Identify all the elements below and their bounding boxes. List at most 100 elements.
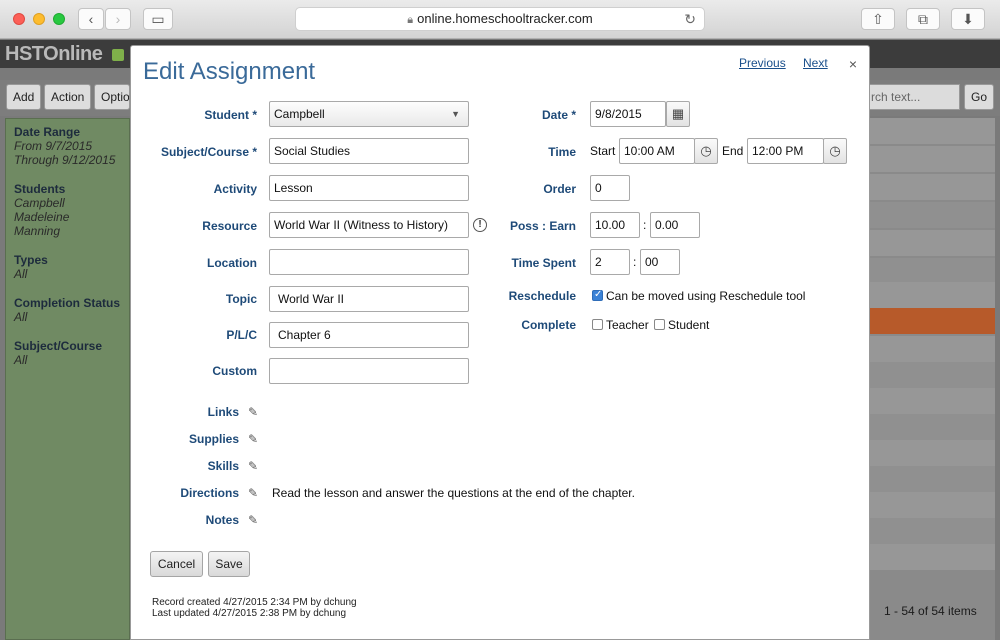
time-spent-separator: : [633, 255, 637, 269]
address-bar[interactable]: 🔒︎ online.homeschooltracker.com ↻ [295, 7, 705, 31]
date-from: From 9/7/2015 [14, 139, 93, 153]
table-row [870, 174, 995, 200]
end-label: End [722, 144, 744, 158]
edit-assignment-dialog: Edit Assignment Previous Next × Student … [130, 45, 870, 640]
save-button[interactable]: Save [208, 551, 250, 577]
poss-field[interactable]: 10.00 [590, 212, 640, 238]
search-input[interactable]: rch text... [868, 84, 960, 110]
topic-label: Topic [225, 292, 257, 306]
time-label: Time [548, 145, 576, 159]
start-clock-icon[interactable]: ◷ [694, 138, 718, 164]
subject-course-field[interactable]: Social Studies [269, 138, 469, 164]
student-item: Madeleine [14, 210, 70, 224]
table-row [870, 362, 995, 388]
end-clock-icon[interactable]: ◷ [823, 138, 847, 164]
complete-label: Complete [521, 318, 576, 332]
student-item: Campbell [14, 196, 65, 210]
sidebar-toggle-icon[interactable]: ▭ [143, 8, 173, 30]
cancel-button[interactable]: Cancel [150, 551, 203, 577]
previous-link[interactable]: Previous [739, 56, 786, 70]
activity-field[interactable]: Lesson [269, 175, 469, 201]
notes-pencil-icon[interactable]: ✎ [248, 513, 258, 527]
table-row [870, 202, 995, 228]
table-row [870, 146, 995, 172]
links-label: Links [207, 405, 239, 419]
earn-field[interactable]: 0.00 [650, 212, 700, 238]
table-row [870, 414, 995, 440]
start-time-field[interactable]: 10:00 AM [619, 138, 695, 164]
app-logo: HSTOnline [5, 43, 103, 65]
minimize-window-button[interactable] [33, 13, 45, 25]
share-icon[interactable]: ⇧ [861, 8, 895, 30]
table-row [870, 544, 995, 570]
location-label: Location [207, 256, 257, 270]
close-window-button[interactable] [13, 13, 25, 25]
types-value: All [14, 267, 28, 281]
record-created-text: Record created 4/27/2015 2:34 PM by dchu… [152, 597, 357, 608]
go-button[interactable]: Go [964, 84, 995, 110]
lock-icon: 🔒︎ [407, 14, 414, 26]
topic-field[interactable]: World War II [269, 286, 469, 312]
tabs-icon[interactable]: ⧉ [906, 8, 940, 30]
teacher-complete-checkbox[interactable] [592, 319, 603, 330]
student-complete-checkbox[interactable] [654, 319, 665, 330]
supplies-pencil-icon[interactable]: ✎ [248, 432, 258, 446]
dialog-title: Edit Assignment [143, 58, 316, 85]
reschedule-checkbox[interactable] [592, 289, 603, 301]
calendar-icon[interactable]: ▦ [666, 101, 690, 127]
supplies-label: Supplies [188, 432, 239, 446]
last-updated-text: Last updated 4/27/2015 2:38 PM by dchung [152, 608, 347, 619]
notes-label: Notes [205, 513, 239, 527]
teacher-label: Teacher [606, 318, 649, 332]
browser-toolbar: ‹ › ▭ 🔒︎ online.homeschooltracker.com ↻ ⇧… [0, 0, 1000, 39]
date-label: Date * [541, 108, 576, 122]
end-time-field[interactable]: 12:00 PM [747, 138, 824, 164]
next-link[interactable]: Next [803, 56, 828, 70]
completion-status-value: All [14, 310, 28, 324]
table-row [870, 466, 995, 492]
location-field[interactable] [269, 249, 469, 275]
reschedule-label: Reschedule [508, 289, 576, 303]
links-pencil-icon[interactable]: ✎ [248, 405, 258, 419]
student-select[interactable]: Campbell ▼ [269, 101, 469, 127]
directions-label: Directions [180, 486, 239, 500]
table-row [870, 440, 995, 466]
logo-leaf-icon [112, 49, 124, 61]
downloads-icon[interactable]: ⬇ [951, 8, 985, 30]
date-range-label: Date Range [14, 125, 81, 139]
forward-icon[interactable]: › [105, 8, 131, 30]
table-row [870, 282, 995, 308]
time-spent-hours-field[interactable]: 2 [590, 249, 630, 275]
table-row [870, 518, 995, 544]
custom-label: Custom [212, 364, 257, 378]
order-field[interactable]: 0 [590, 175, 630, 201]
plc-field[interactable]: Chapter 6 [269, 322, 469, 348]
skills-label: Skills [207, 459, 239, 473]
directions-pencil-icon[interactable]: ✎ [248, 486, 258, 500]
time-spent-minutes-field[interactable]: 00 [640, 249, 680, 275]
poss-earn-label: Poss : Earn [509, 219, 576, 233]
add-button[interactable]: Add [6, 84, 42, 110]
back-icon[interactable]: ‹ [78, 8, 104, 30]
action-button[interactable]: Action [44, 84, 92, 110]
table-row [870, 258, 995, 284]
table-row [870, 118, 995, 144]
date-field[interactable]: 9/8/2015 [590, 101, 666, 127]
info-icon[interactable]: ! [473, 218, 487, 232]
skills-pencil-icon[interactable]: ✎ [248, 459, 258, 473]
pager-text: 1 - 54 of 54 items [884, 604, 977, 618]
subject-course-label: Subject/Course [14, 339, 103, 353]
close-icon[interactable]: × [849, 56, 857, 72]
reload-icon[interactable]: ↻ [684, 8, 696, 30]
custom-field[interactable] [269, 358, 469, 384]
zoom-window-button[interactable] [53, 13, 65, 25]
table-row [870, 492, 995, 518]
options-button[interactable]: Optio [94, 84, 130, 110]
completion-status-label: Completion Status [14, 296, 121, 310]
table-row [870, 230, 995, 256]
resource-field[interactable]: World War II (Witness to History) [269, 212, 469, 238]
date-through: Through 9/12/2015 [14, 153, 116, 167]
url-text: online.homeschooltracker.com [417, 11, 593, 26]
reschedule-text: Can be moved using Reschedule tool [606, 289, 806, 303]
students-label: Students [14, 182, 66, 196]
